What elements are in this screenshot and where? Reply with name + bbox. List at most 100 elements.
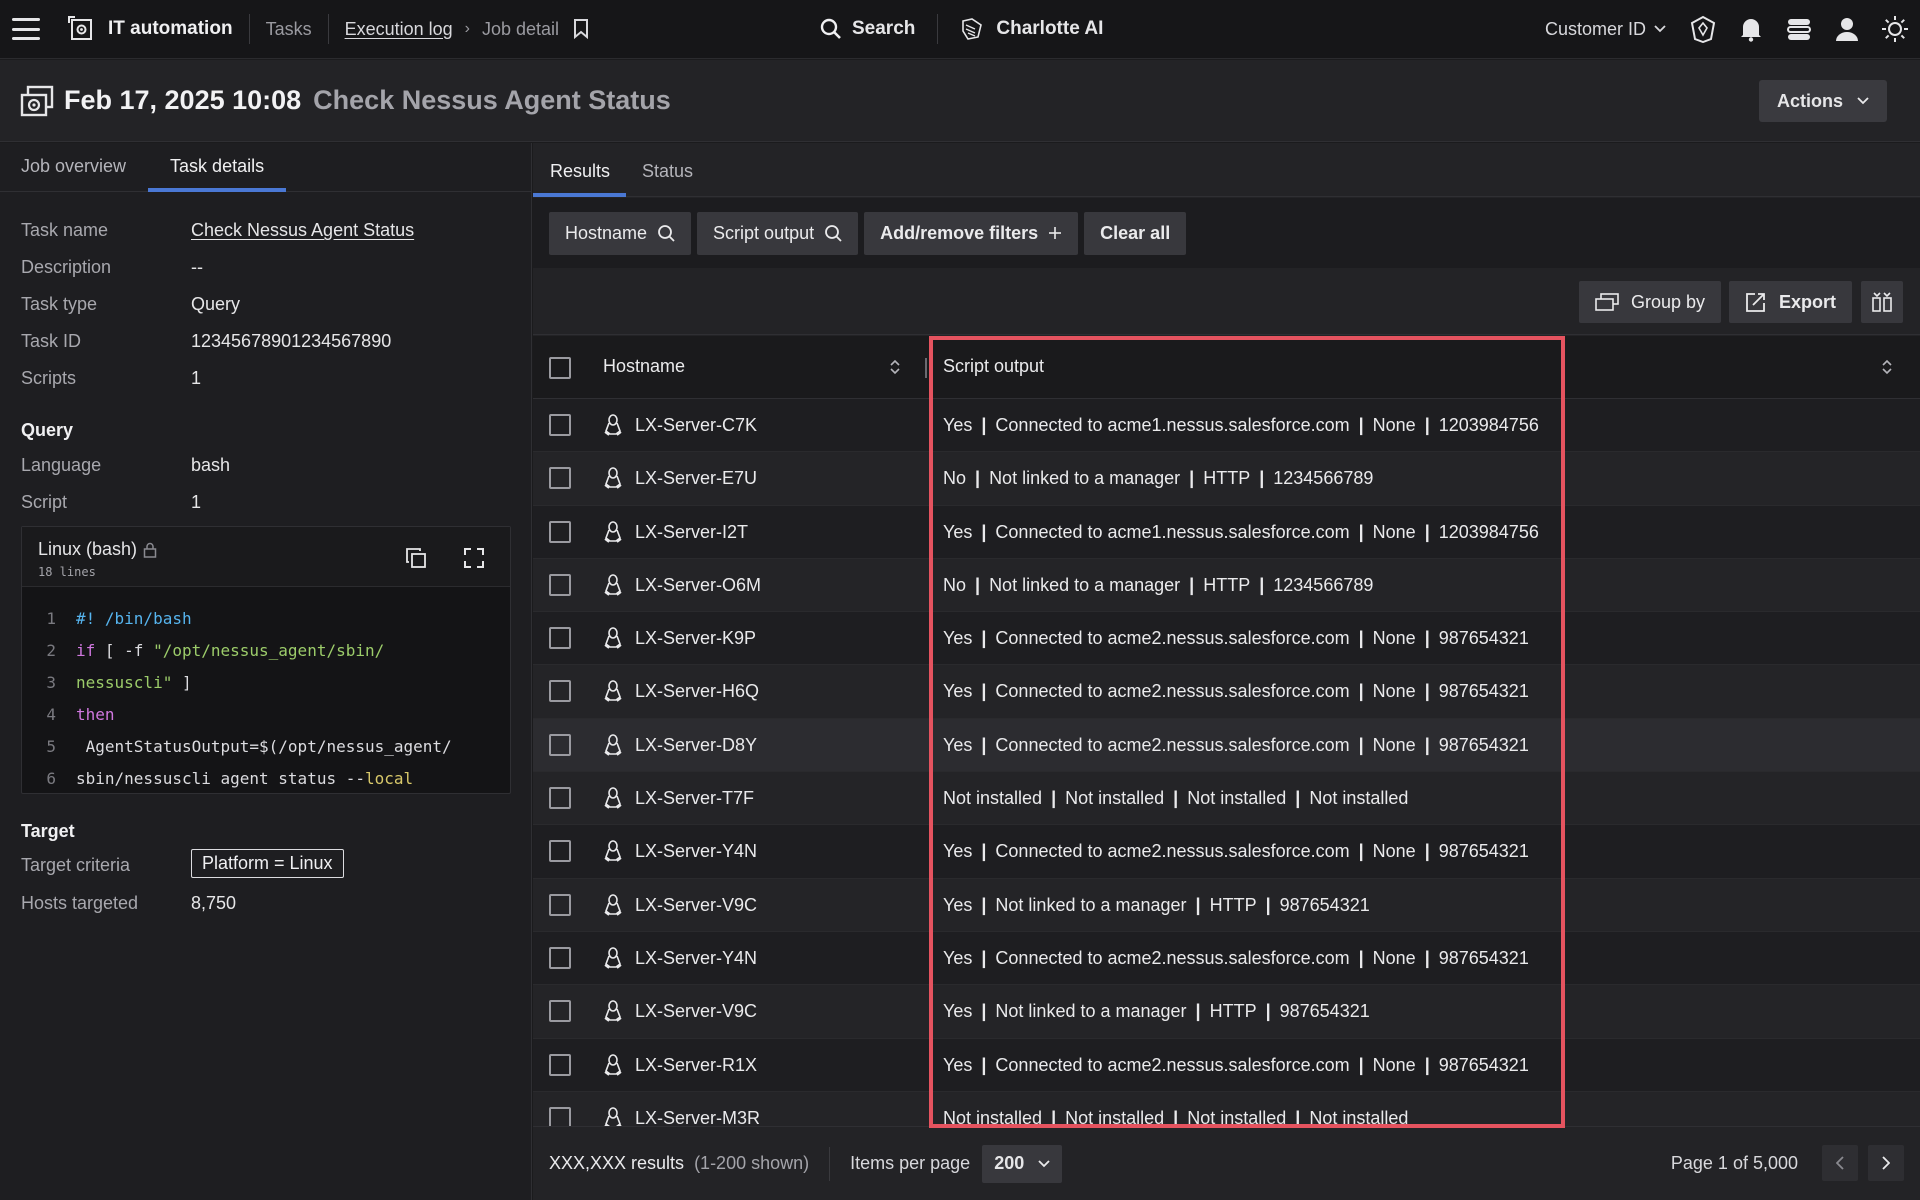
code-line: 4 then: [22, 698, 510, 730]
row-checkbox[interactable]: [549, 946, 571, 969]
bookmark-icon[interactable]: [573, 19, 589, 39]
code-line: 2 if [ -f "/opt/nessus_agent/sbin/: [22, 634, 510, 666]
copy-icon[interactable]: [403, 545, 429, 571]
user-icon[interactable]: [1832, 14, 1862, 44]
table-row[interactable]: LX-Server-D8Y Yes | Connected to acme2.ness…: [533, 718, 1920, 773]
menu-icon[interactable]: [12, 18, 40, 40]
hostname-column-header[interactable]: Hostname: [603, 356, 685, 377]
column-resize-handle[interactable]: [925, 358, 927, 378]
separator: |: [1358, 734, 1364, 755]
shield-icon[interactable]: [1688, 14, 1718, 44]
row-checkbox[interactable]: [549, 467, 571, 490]
select-all-checkbox[interactable]: [549, 357, 571, 379]
breadcrumb-execution-log[interactable]: Execution log: [345, 19, 453, 40]
separator: |: [1195, 894, 1201, 915]
plus-icon: [1049, 227, 1062, 239]
column-settings-button[interactable]: [1861, 281, 1903, 323]
output-segment: None: [1372, 628, 1416, 649]
results-panel: Results Status Hostname Script output Ad…: [532, 143, 1920, 1200]
support-icon[interactable]: [1784, 14, 1814, 44]
hostname-filter[interactable]: Hostname: [549, 211, 692, 255]
sort-icon[interactable]: [889, 358, 901, 376]
code-line: 3 nessuscli" ]: [22, 666, 510, 698]
separator: |: [975, 574, 981, 595]
table-row[interactable]: LX-Server-M3R Not installed | Not installed…: [533, 1091, 1920, 1126]
output-segment: 987654321: [1279, 894, 1370, 915]
linux-icon: [604, 414, 622, 436]
table-row[interactable]: LX-Server-K9P Yes | Connected to acme2.ness…: [533, 612, 1920, 666]
actions-button[interactable]: Actions: [1759, 80, 1887, 122]
export-button[interactable]: Export: [1729, 281, 1853, 323]
chevron-down-icon: [1857, 97, 1869, 105]
group-by-button[interactable]: Group by: [1579, 281, 1722, 323]
global-search-button[interactable]: Search: [820, 18, 915, 40]
script-output-cell: Yes | Not linked to a manager | HTTP | 9876543…: [943, 1001, 1370, 1022]
divider: [248, 14, 250, 44]
sort-icon[interactable]: [1881, 358, 1893, 376]
bell-icon[interactable]: [1736, 14, 1766, 44]
separator: |: [1173, 1107, 1179, 1126]
script-output-filter[interactable]: Script output: [697, 211, 859, 255]
scripts-label: Scripts: [21, 368, 77, 388]
next-page-button[interactable]: [1868, 1145, 1904, 1181]
breadcrumb-tasks[interactable]: Tasks: [266, 19, 312, 40]
table-row[interactable]: LX-Server-V9C Yes | Not linked to a manager…: [533, 878, 1920, 932]
task-type-label: Task type: [21, 294, 98, 314]
tab-job-overview[interactable]: Job overview: [21, 156, 126, 191]
table-row[interactable]: LX-Server-I2T Yes | Connected to acme1.ness…: [533, 506, 1920, 559]
linux-icon: [604, 627, 622, 649]
separator: |: [1424, 1054, 1430, 1075]
output-segment: HTTP: [1209, 1001, 1257, 1022]
row-checkbox[interactable]: [549, 787, 571, 810]
table-row[interactable]: LX-Server-C7K Yes | Connected to acme1.ness…: [533, 399, 1920, 453]
tab-task-details[interactable]: Task details: [148, 156, 287, 192]
query-heading: Query: [21, 420, 74, 440]
chevron-down-icon: [1038, 1159, 1050, 1167]
linux-icon: [604, 1053, 622, 1076]
output-segment: Yes: [943, 734, 973, 755]
previous-page-button[interactable]: [1822, 1145, 1858, 1181]
charlotte-ai-icon: [962, 18, 983, 40]
row-checkbox[interactable]: [549, 1106, 571, 1126]
row-checkbox[interactable]: [549, 893, 571, 916]
table-row[interactable]: LX-Server-O6M No | Not linked to a manager |…: [533, 558, 1920, 613]
items-per-page-select[interactable]: 200: [982, 1144, 1063, 1183]
table-row[interactable]: LX-Server-T7F Not installed | Not installed…: [533, 772, 1920, 826]
customer-id-dropdown[interactable]: Customer ID: [1545, 19, 1666, 40]
tab-results[interactable]: Results: [532, 161, 627, 197]
row-checkbox[interactable]: [549, 520, 571, 543]
row-checkbox[interactable]: [549, 733, 571, 756]
row-checkbox[interactable]: [549, 840, 571, 863]
row-checkbox[interactable]: [549, 573, 571, 596]
output-segment: Not installed: [1065, 788, 1165, 809]
row-checkbox[interactable]: [549, 1000, 571, 1023]
output-segment: None: [1372, 947, 1416, 968]
table-row[interactable]: LX-Server-R1X Yes | Connected to acme2.ness…: [533, 1039, 1920, 1092]
output-segment: Connected to acme1.nessus.salesforce.com: [995, 521, 1350, 542]
table-row[interactable]: LX-Server-E7U No | Not linked to a manager |…: [533, 452, 1920, 506]
table-row[interactable]: LX-Server-Y4N Yes | Connected to acme2.ness…: [533, 825, 1920, 879]
charlotte-ai-button[interactable]: Charlotte AI: [960, 17, 1103, 41]
output-segment: Connected to acme2.nessus.salesforce.com: [995, 947, 1350, 968]
hostname-cell: LX-Server-H6Q: [635, 681, 760, 702]
table-row[interactable]: LX-Server-Y4N Yes | Connected to acme2.ness…: [533, 932, 1920, 986]
separator: |: [1424, 841, 1430, 862]
row-checkbox[interactable]: [549, 627, 571, 650]
theme-sun-icon[interactable]: [1880, 14, 1910, 44]
add-remove-filters-button[interactable]: Add/remove filters: [864, 211, 1079, 255]
code-text: if [ -f "/opt/nessus_agent/sbin/: [76, 640, 385, 660]
expand-icon[interactable]: [461, 545, 487, 571]
separator: |: [1358, 1054, 1364, 1075]
task-name-link[interactable]: Check Nessus Agent Status: [191, 220, 414, 241]
job-icon: [20, 85, 54, 116]
row-checkbox[interactable]: [549, 1053, 571, 1076]
row-checkbox[interactable]: [549, 414, 571, 436]
script-output-cell: Yes | Connected to acme2.nessus.salesforce…: [943, 1055, 1529, 1076]
app-title[interactable]: IT automation: [108, 18, 233, 40]
clear-all-button[interactable]: Clear all: [1084, 211, 1187, 255]
tab-status[interactable]: Status: [642, 161, 693, 196]
table-row[interactable]: LX-Server-V9C Yes | Not linked to a manager…: [533, 985, 1920, 1039]
row-checkbox[interactable]: [549, 680, 571, 703]
table-row[interactable]: LX-Server-H6Q Yes | Connected to acme2.ness…: [533, 665, 1920, 719]
script-output-column-header[interactable]: Script output: [943, 356, 1044, 377]
